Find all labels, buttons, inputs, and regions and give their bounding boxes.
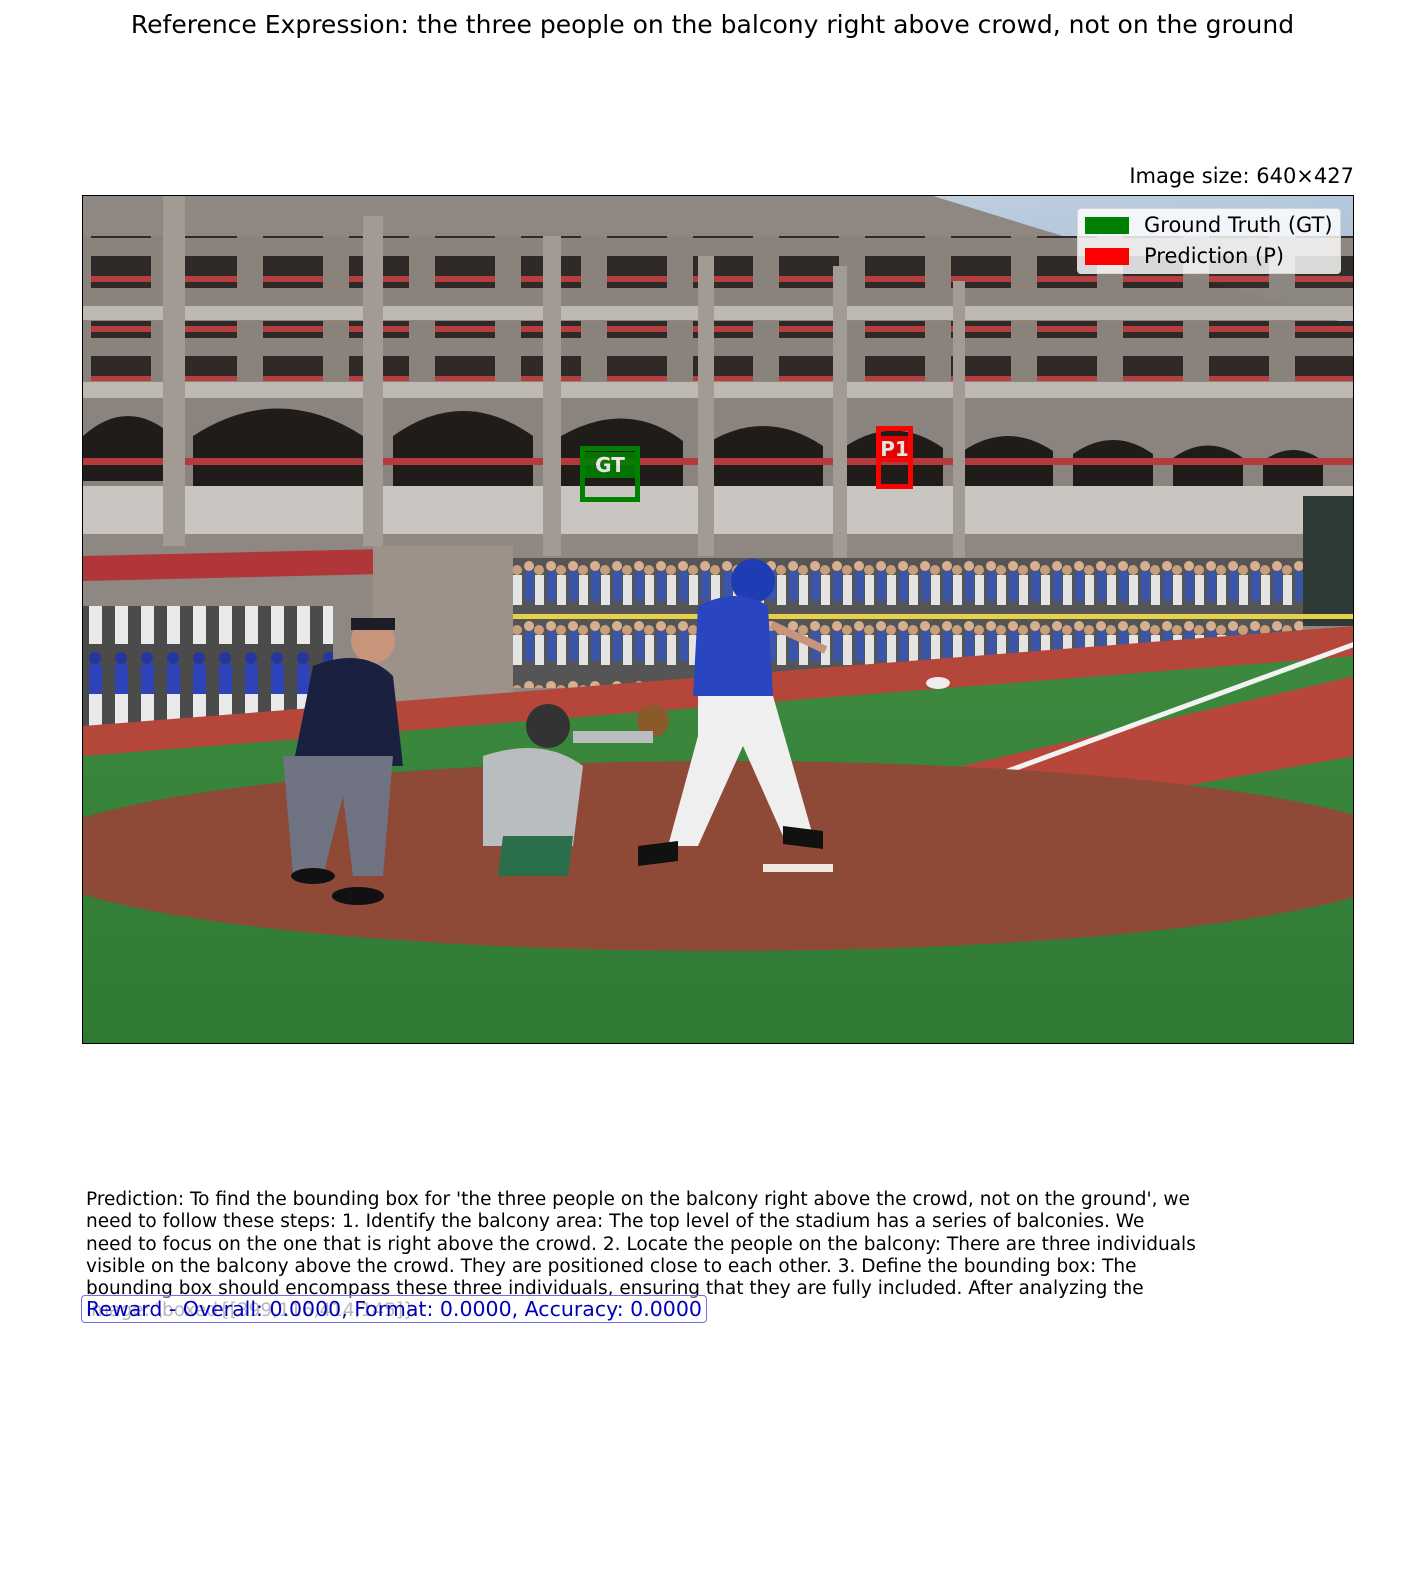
- legend-label: Ground Truth (GT): [1144, 213, 1333, 237]
- prediction-line: visible on the balcony above the crowd. …: [86, 1255, 1137, 1277]
- prediction-line: Prediction: To find the bounding box for…: [86, 1189, 1190, 1210]
- legend-item-ground-truth: Ground Truth (GT): [1085, 211, 1333, 239]
- reward-summary: Reward - Overall: 0.0000, Format: 0.0000…: [81, 1295, 707, 1323]
- legend-item-prediction: Prediction (P): [1085, 242, 1284, 270]
- image-size-label: Image size: 640×427: [1129, 164, 1354, 188]
- prediction-line: need to follow these steps: 1. Identify …: [86, 1211, 1145, 1233]
- legend-label: Prediction (P): [1144, 244, 1285, 268]
- image-panel: GT P1 Ground Truth (GT) Prediction (P): [82, 195, 1354, 1044]
- legend: Ground Truth (GT) Prediction (P): [1077, 208, 1341, 274]
- legend-swatch-green: [1085, 216, 1129, 234]
- reference-expression-title: Reference Expression: the three people o…: [130, 10, 1295, 39]
- baseball-game-photo: [83, 196, 1353, 1043]
- prediction-line: need to focus on the one that is right a…: [86, 1233, 1196, 1255]
- prediction-box-label: P1: [876, 436, 913, 462]
- legend-swatch-red: [1085, 247, 1129, 265]
- ground-truth-box-label: GT: [580, 452, 640, 478]
